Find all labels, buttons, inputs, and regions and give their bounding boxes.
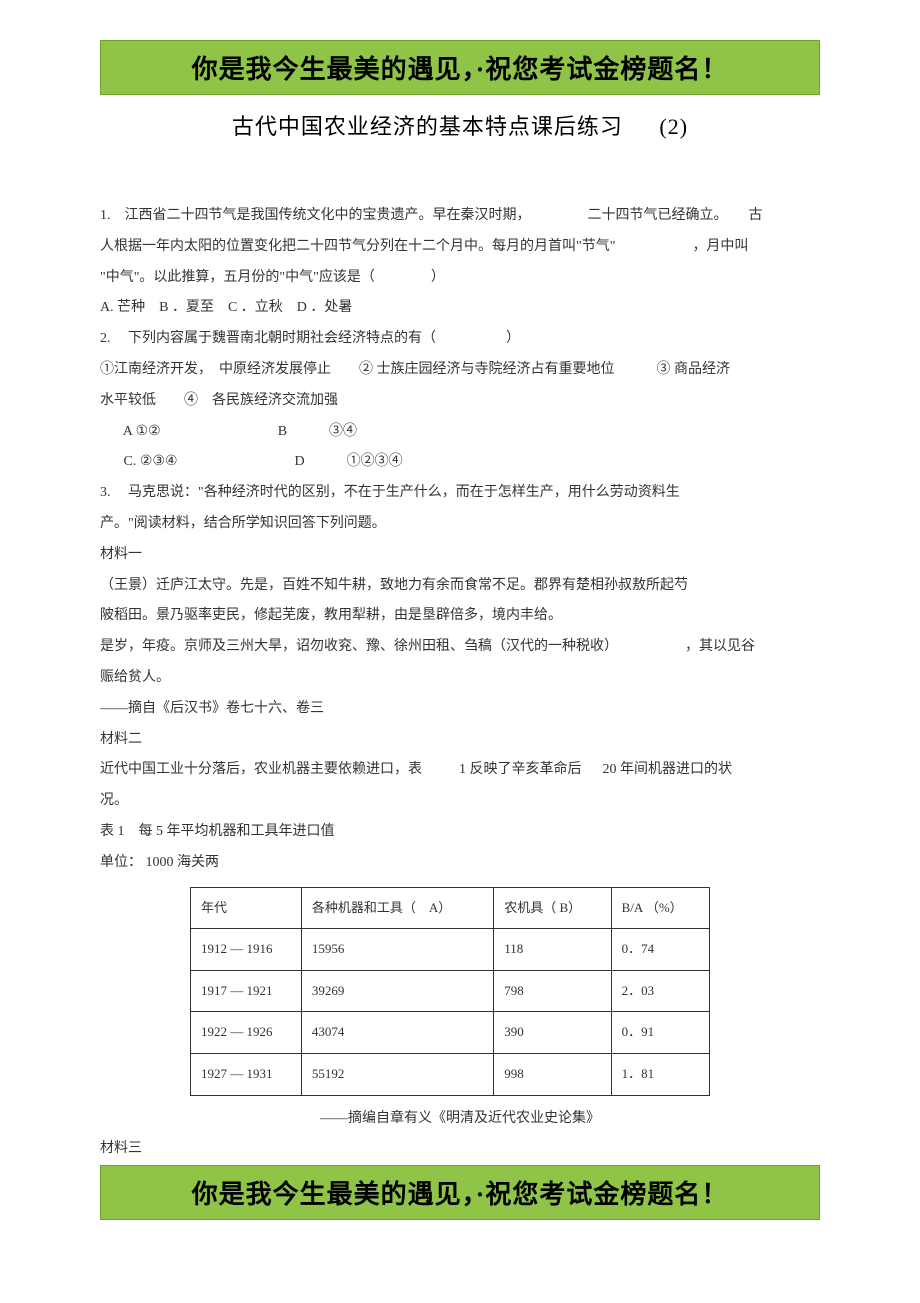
- material2-l1a: 近代中国工业十分落后，农业机器主要依赖进口，表: [100, 762, 422, 777]
- table-header-row: 年代 各种机器和工具（ A） 农机具（ B） B/A （%）: [191, 887, 710, 929]
- q1-mid1: 二十四节气已经确立。: [588, 208, 728, 223]
- q3-line1: 3. 马克思说："各种经济时代的区别，不在于生产什么，而在于怎样生产，用什么劳动…: [100, 478, 820, 509]
- material2-l1c: 20 年间机器进口的状: [603, 762, 733, 777]
- top-banner: 你是我今生最美的遇见，·祝您考试金榜题名！: [100, 40, 820, 95]
- q1-mid2: 古: [749, 208, 763, 223]
- material2-l1b: 1 反映了辛亥革命后: [459, 762, 582, 777]
- title-number: (2): [659, 114, 688, 139]
- material2-label: 材料二: [100, 725, 820, 756]
- material1-label: 材料一: [100, 540, 820, 571]
- material1-l2: 陂稻田。景乃驱率吏民，修起芜废，教用犁耕，由是垦辟倍多，境内丰给。: [100, 601, 820, 632]
- table-row: 1922 — 1926 43074 390 0．91: [191, 1012, 710, 1054]
- material1-l1: （王景）迁庐江太守。先是，百姓不知牛耕，致地力有余而食常不足。郡界有楚相孙叔敖所…: [100, 571, 820, 602]
- q2-opts-row1: A ①② B ③④: [100, 417, 820, 448]
- page-title: 古代中国农业经济的基本特点课后练习 (2): [100, 109, 820, 141]
- table-row: 1912 — 1916 15956 118 0．74: [191, 929, 710, 971]
- q2-line2b: 水平较低 ④ 各民族经济交流加强: [100, 386, 820, 417]
- table-title: 表 1 每 5 年平均机器和工具年进口值: [100, 817, 820, 848]
- bottom-banner: 你是我今生最美的遇见，·祝您考试金榜题名！: [100, 1165, 820, 1220]
- material1-source: ——摘自《后汉书》卷七十六、卷三: [100, 694, 820, 725]
- q3-line2: 产。"阅读材料，结合所学知识回答下列问题。: [100, 509, 820, 540]
- material1-l3: 是岁，年疫。京师及三州大旱，诏勿收兖、豫、徐州田租、刍稿（汉代的一种税收） ，其…: [100, 632, 820, 663]
- import-table: 年代 各种机器和工具（ A） 农机具（ B） B/A （%） 1912 — 19…: [190, 887, 710, 1096]
- q1-line3: "中气"。以此推算，五月份的"中气"应该是（ ）: [100, 263, 820, 294]
- q1-prefix: 1. 江西省二十四节气是我国传统文化中的宝贵遗产。早在秦汉时期，: [100, 208, 531, 223]
- q1-line2: 人根据一年内太阳的位置变化把二十四节气分列在十二个月中。每月的月首叫"节气" ，…: [100, 232, 820, 263]
- material3-label: 材料三: [100, 1134, 820, 1165]
- content-body: 1. 江西省二十四节气是我国传统文化中的宝贵遗产。早在秦汉时期， 二十四节气已经…: [100, 201, 820, 1165]
- material2-l1: 近代中国工业十分落后，农业机器主要依赖进口，表 1 反映了辛亥革命后 20 年间…: [100, 755, 820, 786]
- title-main: 古代中国农业经济的基本特点课后练习: [232, 114, 623, 139]
- q2-line1: 2. 下列内容属于魏晋南北朝时期社会经济特点的有（ ）: [100, 324, 820, 355]
- q1-options: A. 芒种 B ．夏至 C ．立秋 D ．处暑: [100, 293, 820, 324]
- q2-optA: A ①②: [123, 424, 161, 439]
- q2-line2a: ①江南经济开发， 中原经济发展停止 ② 士族庄园经济与寺院经济占有重要地位 ③ …: [100, 355, 820, 386]
- th-year: 年代: [191, 887, 302, 929]
- material2-l2: 况。: [100, 786, 820, 817]
- th-b: 农机具（ B）: [494, 887, 611, 929]
- table-row: 1927 — 1931 55192 998 1．81: [191, 1053, 710, 1095]
- q1-line2b: ，月中叫: [692, 239, 748, 254]
- q2-opts-row2: C. ②③④ D ①②③④: [100, 447, 820, 478]
- material2-source: ——摘编自章有义《明清及近代农业史论集》: [100, 1104, 820, 1135]
- q1-line1: 1. 江西省二十四节气是我国传统文化中的宝贵遗产。早在秦汉时期， 二十四节气已经…: [100, 201, 820, 232]
- table-row: 1917 — 1921 39269 798 2．03: [191, 970, 710, 1012]
- q2-optB: B ③④: [278, 424, 357, 439]
- q2-optC: C. ②③④: [124, 454, 178, 469]
- material1-l3a: 是岁，年疫。京师及三州大旱，诏勿收兖、豫、徐州田租、刍稿（汉代的一种税收）: [100, 639, 618, 654]
- material1-l4: 赈给贫人。: [100, 663, 820, 694]
- q2-optD: D ①②③④: [295, 454, 403, 469]
- q1-line2a: 人根据一年内太阳的位置变化把二十四节气分列在十二个月中。每月的月首叫"节气": [100, 239, 615, 254]
- th-ratio: B/A （%）: [611, 887, 709, 929]
- material1-l3b: ，其以见谷: [685, 639, 755, 654]
- table-unit: 单位： 1000 海关两: [100, 848, 820, 879]
- th-a: 各种机器和工具（ A）: [301, 887, 493, 929]
